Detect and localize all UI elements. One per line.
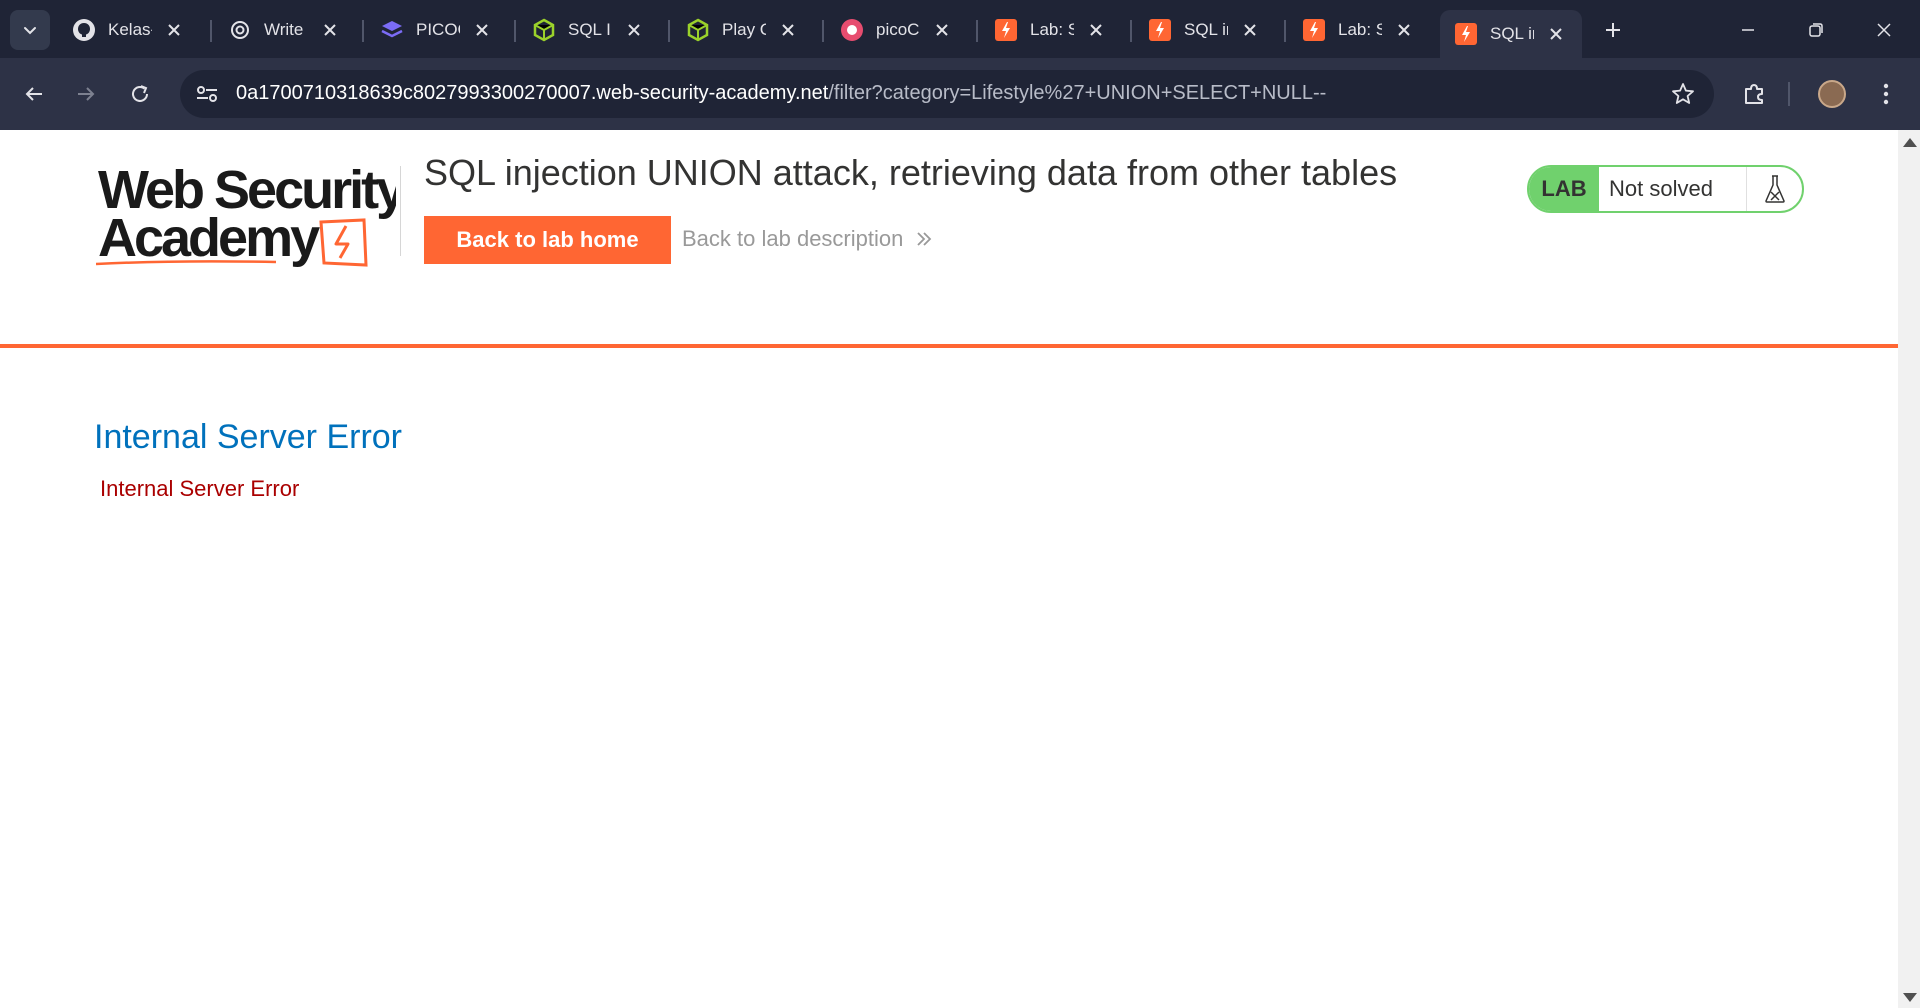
- scroll-up-arrow-icon[interactable]: [1903, 138, 1917, 147]
- hexagon-icon: [532, 18, 556, 42]
- flask-icon: [1747, 167, 1802, 211]
- page-viewport: Web Security Academy SQL injection UNION…: [0, 130, 1898, 1008]
- url-path: /filter?category=Lifestyle%27+UNION+SELE…: [828, 82, 1327, 104]
- lab-tag: LAB: [1529, 167, 1599, 211]
- tab-label: SQL ir: [1184, 20, 1228, 39]
- header-divider: [400, 166, 401, 256]
- scroll-down-arrow-icon[interactable]: [1903, 993, 1917, 1002]
- url-host: 0a1700710318639c8027993300270007.web-sec…: [236, 82, 829, 104]
- close-icon[interactable]: [1546, 24, 1566, 44]
- tab-write[interactable]: Write: [214, 8, 354, 52]
- back-to-lab-description-link[interactable]: Back to lab description: [682, 226, 933, 252]
- tab-label: Play C: [722, 20, 766, 39]
- error-heading: Internal Server Error: [94, 418, 402, 456]
- web-security-academy-logo[interactable]: Web Security Academy: [95, 160, 409, 270]
- reload-icon: [132, 85, 148, 102]
- restore-icon: [1809, 23, 1823, 37]
- bookmark-star-icon[interactable]: [1670, 81, 1696, 107]
- tab-sql-1[interactable]: SQL Ir: [518, 8, 658, 52]
- github-icon: [72, 18, 96, 42]
- arrow-right-icon: [78, 87, 95, 101]
- profile-button[interactable]: [1814, 76, 1850, 112]
- tab-label: PICOC: [416, 20, 460, 39]
- reload-button[interactable]: [122, 76, 158, 112]
- tab-label: Lab: S: [1338, 20, 1382, 39]
- plus-icon: [1606, 23, 1620, 37]
- portswigger-icon: [1454, 22, 1478, 46]
- tab-kelas[interactable]: Kelas-: [58, 8, 198, 52]
- new-tab-button[interactable]: [1597, 14, 1629, 46]
- close-icon[interactable]: [164, 20, 184, 40]
- tab-label: Write: [264, 20, 304, 39]
- tab-lab-2[interactable]: Lab: S: [1288, 8, 1428, 52]
- tab-sql-2[interactable]: SQL ir: [1134, 8, 1274, 52]
- logo-line-2: Academy: [98, 208, 320, 268]
- close-window-button[interactable]: [1868, 14, 1900, 46]
- openai-icon: [228, 18, 252, 42]
- back-to-lab-description-label: Back to lab description: [682, 226, 904, 251]
- close-icon[interactable]: [624, 20, 644, 40]
- lab-title: SQL injection UNION attack, retrieving d…: [424, 152, 1398, 193]
- minimize-icon: [1742, 29, 1754, 31]
- double-chevron-right-icon: [915, 230, 933, 248]
- arrow-left-icon: [25, 87, 42, 101]
- header-rule: [0, 344, 1898, 348]
- puzzle-icon: [1745, 84, 1763, 104]
- tab-picoctf[interactable]: picoC: [826, 8, 966, 52]
- portswigger-icon: [1302, 18, 1326, 42]
- tab-lab-1[interactable]: Lab: S: [980, 8, 1120, 52]
- lab-status-text: Not solved: [1599, 167, 1747, 211]
- minimize-button[interactable]: [1732, 14, 1764, 46]
- browser-toolbar: 0a1700710318639c8027993300270007.web-sec…: [0, 58, 1920, 130]
- tab-search-button[interactable]: [10, 10, 50, 50]
- tab-strip: Kelas- Write PICOC SQL Ir Play C: [0, 0, 1920, 58]
- vertical-scrollbar[interactable]: [1898, 130, 1920, 1008]
- tab-label: SQL Ir: [568, 20, 612, 39]
- portswigger-icon: [1148, 18, 1172, 42]
- portswigger-icon: [994, 18, 1018, 42]
- tab-label: picoC: [876, 20, 920, 39]
- close-icon[interactable]: [778, 20, 798, 40]
- url-text[interactable]: 0a1700710318639c8027993300270007.web-sec…: [236, 82, 1326, 105]
- close-icon[interactable]: [320, 20, 340, 40]
- close-icon[interactable]: [1394, 20, 1414, 40]
- tab-picoc[interactable]: PICOC: [366, 8, 506, 52]
- tab-sql-active[interactable]: SQL ir: [1440, 10, 1582, 58]
- menu-button[interactable]: [1868, 76, 1904, 112]
- tab-label: Kelas-: [108, 20, 152, 39]
- forward-button[interactable]: [68, 76, 104, 112]
- tab-label: Lab: S: [1030, 20, 1074, 39]
- address-bar[interactable]: 0a1700710318639c8027993300270007.web-sec…: [180, 70, 1714, 118]
- close-icon: [1877, 23, 1891, 37]
- close-icon[interactable]: [1086, 20, 1106, 40]
- chevron-down-icon: [24, 27, 36, 35]
- close-icon[interactable]: [472, 20, 492, 40]
- hexagon-icon: [686, 18, 710, 42]
- layers-icon: [380, 18, 404, 42]
- lab-status-widget: LAB Not solved: [1527, 165, 1804, 213]
- back-to-lab-home-button[interactable]: Back to lab home: [424, 216, 671, 264]
- back-button[interactable]: [16, 76, 52, 112]
- close-icon[interactable]: [1240, 20, 1260, 40]
- tab-label: SQL ir: [1490, 24, 1534, 43]
- kebab-menu-icon: [1883, 83, 1889, 105]
- tab-play[interactable]: Play C: [672, 8, 812, 52]
- close-icon[interactable]: [932, 20, 952, 40]
- restore-button[interactable]: [1800, 14, 1832, 46]
- site-info-icon[interactable]: [194, 82, 220, 106]
- picoctf-icon: [840, 18, 864, 42]
- extensions-button[interactable]: [1736, 76, 1772, 112]
- error-message: Internal Server Error: [100, 476, 300, 501]
- avatar: [1818, 80, 1846, 108]
